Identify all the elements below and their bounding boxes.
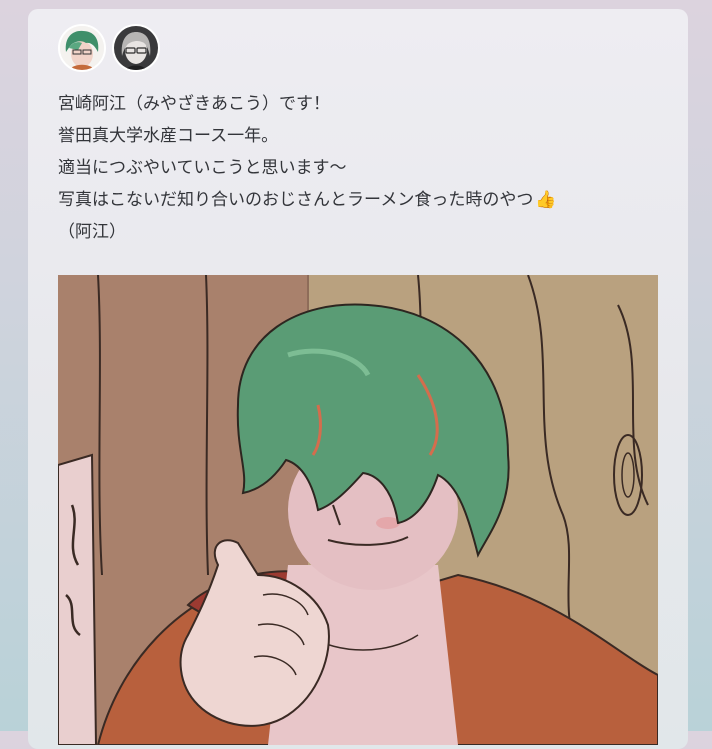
post-card: 宮崎阿江（みやざきあこう）です！ 誉田真大学水産コース一年。 適当につぶやいてい…	[28, 9, 688, 749]
post-text: 宮崎阿江（みやざきあこう）です！ 誉田真大学水産コース一年。 適当につぶやいてい…	[58, 88, 658, 248]
post-line: 宮崎阿江（みやざきあこう）です！	[58, 94, 330, 114]
green-hair-avatar-icon	[60, 26, 104, 70]
post-line-text: 写真はこないだ知り合いのおじさんとラーメン食った時のやつ	[58, 190, 534, 210]
post-line: 誉田真大学水産コース一年。	[58, 126, 279, 146]
avatar-gray-hair[interactable]	[112, 24, 160, 72]
post-line-with-emoji: 写真はこないだ知り合いのおじさんとラーメン食った時のやつ 👍	[58, 184, 658, 216]
author-avatars	[58, 24, 160, 72]
avatar-green-hair[interactable]	[58, 24, 106, 72]
post-line: 適当につぶやいていこうと思います〜	[58, 158, 347, 178]
gray-hair-glasses-avatar-icon	[114, 26, 158, 70]
post-line: （阿江）	[58, 222, 126, 242]
green-hair-character-illustration-icon	[58, 275, 658, 745]
post-image[interactable]	[58, 275, 658, 745]
thumbs-up-icon: 👍	[535, 190, 557, 210]
